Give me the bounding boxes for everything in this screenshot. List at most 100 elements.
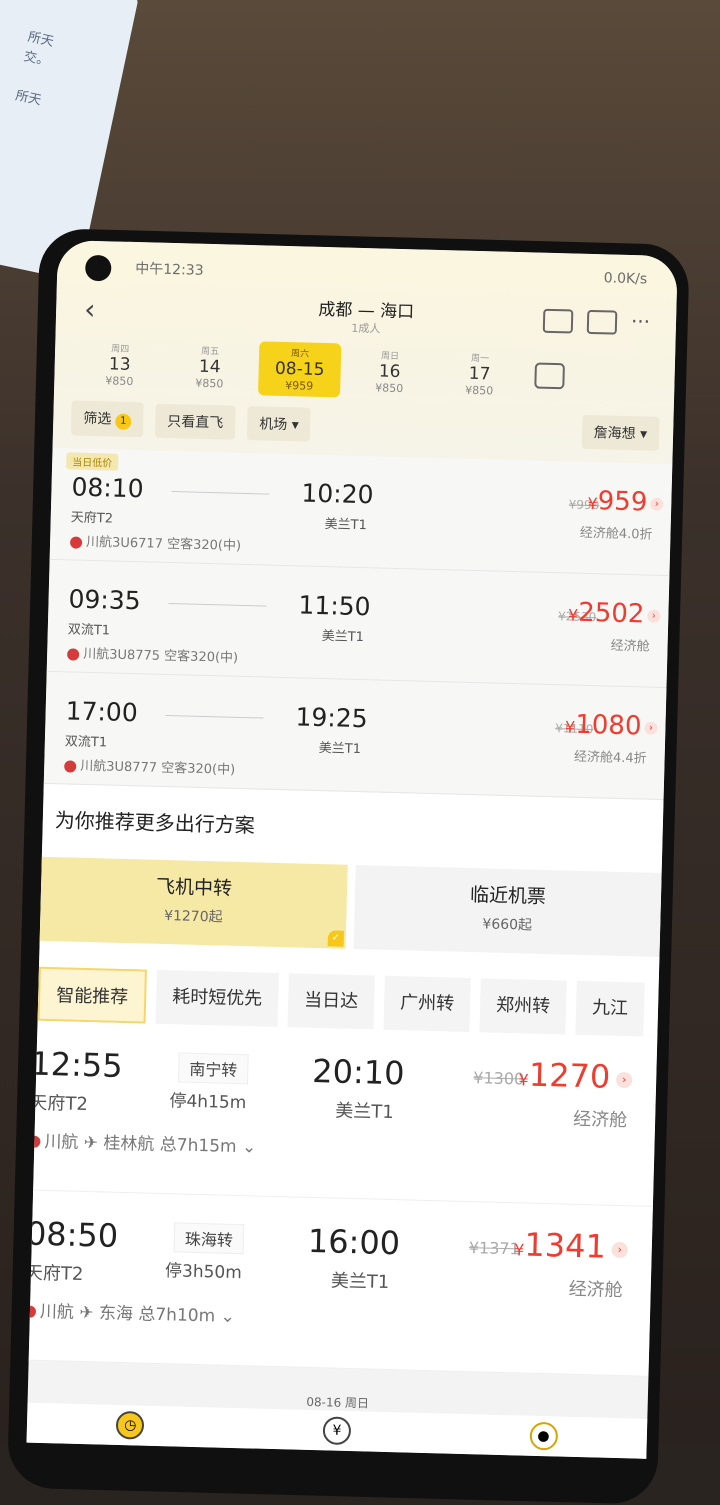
arr-time: 10:20 — [301, 478, 374, 509]
tab-jiujiang[interactable]: 九江 — [575, 981, 644, 1037]
option-transfer[interactable]: 飞机中转¥1270起✓ — [40, 857, 348, 949]
share-icon[interactable] — [587, 310, 618, 335]
chevron-right-icon: › — [616, 1072, 632, 1088]
airline-logo-icon — [64, 760, 76, 772]
price: ¥1341 — [514, 1225, 607, 1265]
route-line — [171, 491, 269, 495]
option-price: ¥660起 — [354, 910, 660, 938]
total-duration: 总7h10m — [138, 1304, 215, 1326]
filter-label: 筛选 — [83, 411, 111, 428]
price: ¥1080 — [565, 709, 642, 741]
dep-terminal: 双流T1 — [65, 730, 108, 750]
date-item[interactable]: 周四13¥850 — [74, 340, 165, 388]
filter-button[interactable]: 筛选1 — [71, 400, 144, 437]
price: ¥959 — [587, 486, 648, 518]
direct-only-button[interactable]: 只看直飞 — [155, 403, 236, 439]
date-item[interactable]: 周五14¥850 — [164, 343, 255, 391]
flight-info: 川航3U8775 空客320(中) — [67, 642, 238, 665]
date-strip: 周四13¥850 周五14¥850 周六08-15¥959 周日16¥850 周… — [74, 336, 665, 405]
arr-time: 19:25 — [295, 702, 368, 733]
tab-zhengzhou[interactable]: 郑州转 — [479, 978, 566, 1034]
cabin-class: 经济舱4.4折 — [574, 746, 647, 767]
total-duration: 总7h15m — [160, 1135, 237, 1157]
sort-dropdown[interactable]: 詹海想 ▾ — [581, 414, 659, 450]
tab-guangzhou[interactable]: 广州转 — [383, 976, 470, 1032]
currency-symbol: ¥ — [518, 1070, 529, 1089]
dep-time: 17:00 — [65, 696, 138, 727]
flight-row[interactable]: 17:00 双流T1 19:25 美兰T1 川航3U8777 空客320(中) … — [44, 672, 667, 800]
aircraft: 空客320(中) — [161, 761, 235, 778]
calendar-icon[interactable] — [534, 363, 565, 390]
filter-bar: 筛选1 只看直飞 机场 ▾ 詹海想 ▾ — [71, 400, 660, 450]
date-day: 17 — [434, 363, 524, 385]
more-icon[interactable]: ··· — [631, 311, 651, 335]
option-label: 临近机票 — [355, 877, 662, 912]
airline-2: 桂林航 — [103, 1134, 155, 1155]
notify-icon[interactable] — [543, 309, 574, 334]
tab-smart[interactable]: 智能推荐 — [38, 967, 147, 1024]
airlines: 川航 ✈ 桂林航 总7h15m ⌄ — [28, 1127, 256, 1158]
date-item[interactable]: 周日16¥850 — [344, 348, 435, 396]
header: 中午12:33 0.0K/s ‹ 成都 — 海口 1成人 ··· 周四13¥85… — [53, 240, 678, 464]
flight-row[interactable]: 09:35 双流T1 11:50 美兰T1 川航3U8775 空客320(中) … — [47, 560, 670, 688]
airline-logo-icon — [67, 648, 79, 660]
coin-icon[interactable]: ● — [529, 1422, 558, 1451]
date-item[interactable]: 周一17¥850 — [434, 350, 525, 398]
transfer-row[interactable]: 12:55 天府T2 南宁转 停4h15m 20:10 美兰T1 川航 ✈ 桂林… — [33, 1021, 657, 1207]
via-badge: 南宁转 — [178, 1052, 249, 1084]
airline: 川航3U8775 — [83, 647, 160, 664]
cabin-class: 经济舱4.0折 — [580, 522, 653, 543]
arr-terminal: 美兰T1 — [324, 513, 367, 533]
arr-time: 16:00 — [307, 1222, 400, 1262]
chevron-right-icon: › — [644, 722, 657, 735]
date-price: ¥850 — [344, 381, 434, 396]
sort-label: 詹海想 — [593, 425, 635, 442]
yuan-icon[interactable]: ¥ — [323, 1416, 352, 1445]
price-value: 959 — [597, 486, 647, 517]
phone-screen: 中午12:33 0.0K/s ‹ 成都 — 海口 1成人 ··· 周四13¥85… — [27, 240, 678, 1459]
recommend-section: 为你推荐更多出行方案 飞机中转¥1270起✓ 临近机票¥660起 智能推荐 耗时… — [38, 784, 664, 1037]
date-price: ¥850 — [74, 373, 164, 388]
dep-terminal: 天府T2 — [27, 1258, 84, 1286]
currency-symbol: ¥ — [565, 717, 576, 736]
arr-terminal: 美兰T1 — [331, 1267, 390, 1295]
airlines: 川航 ✈ 东海 总7h10m ⌄ — [27, 1296, 236, 1327]
date-day: 13 — [75, 353, 165, 375]
flight-info: 川航3U6717 空客320(中) — [70, 530, 241, 553]
airline: 川航3U8777 — [80, 759, 157, 776]
status-bar: 中午12:33 0.0K/s — [105, 257, 647, 291]
arr-terminal: 美兰T1 — [322, 625, 365, 645]
tab-same-day[interactable]: 当日达 — [287, 973, 374, 1029]
tab-fastest[interactable]: 耗时短优先 — [156, 970, 279, 1027]
option-nearby[interactable]: 临近机票¥660起 — [354, 865, 662, 957]
flight-row[interactable]: 当日低价 08:10 天府T2 10:20 美兰T1 川航3U6717 空客32… — [50, 448, 673, 576]
option-label: 飞机中转 — [41, 869, 348, 904]
airport-dropdown[interactable]: 机场 ▾ — [247, 406, 311, 442]
currency-symbol: ¥ — [568, 605, 579, 624]
airline: 川航3U6717 — [86, 535, 163, 552]
price-value: 2502 — [578, 598, 645, 630]
arr-time: 11:50 — [298, 590, 371, 621]
route-line — [166, 715, 264, 719]
clock-icon[interactable]: ◷ — [116, 1411, 145, 1440]
filter-count-badge: 1 — [115, 414, 131, 430]
cabin-class: 经济舱 — [573, 1105, 628, 1132]
date-item-selected[interactable]: 周六08-15¥959 — [258, 341, 341, 397]
recommend-options: 飞机中转¥1270起✓ 临近机票¥660起 — [40, 833, 663, 957]
status-network: 0.0K/s — [603, 270, 647, 291]
price-value: 1080 — [575, 710, 642, 742]
dep-time: 08:50 — [27, 1215, 119, 1255]
arr-terminal: 美兰T1 — [319, 737, 362, 757]
transfer-row[interactable]: 08:50 天府T2 珠海转 停3h50m 16:00 美兰T1 川航 ✈ 东海… — [29, 1191, 653, 1377]
price-value: 1341 — [524, 1226, 606, 1266]
price-value: 1270 — [528, 1056, 610, 1096]
airline-1: 川航 — [40, 1302, 75, 1323]
date-price: ¥850 — [164, 376, 254, 391]
cabin-class: 经济舱 — [568, 1275, 623, 1302]
arr-terminal: 美兰T1 — [335, 1097, 394, 1125]
chevron-right-icon: › — [647, 610, 660, 623]
flight-info: 川航3U8777 空客320(中) — [64, 754, 235, 777]
dep-time: 08:10 — [71, 472, 144, 503]
stop-duration: 停3h50m — [165, 1256, 242, 1283]
old-price: ¥1371 — [469, 1238, 520, 1258]
